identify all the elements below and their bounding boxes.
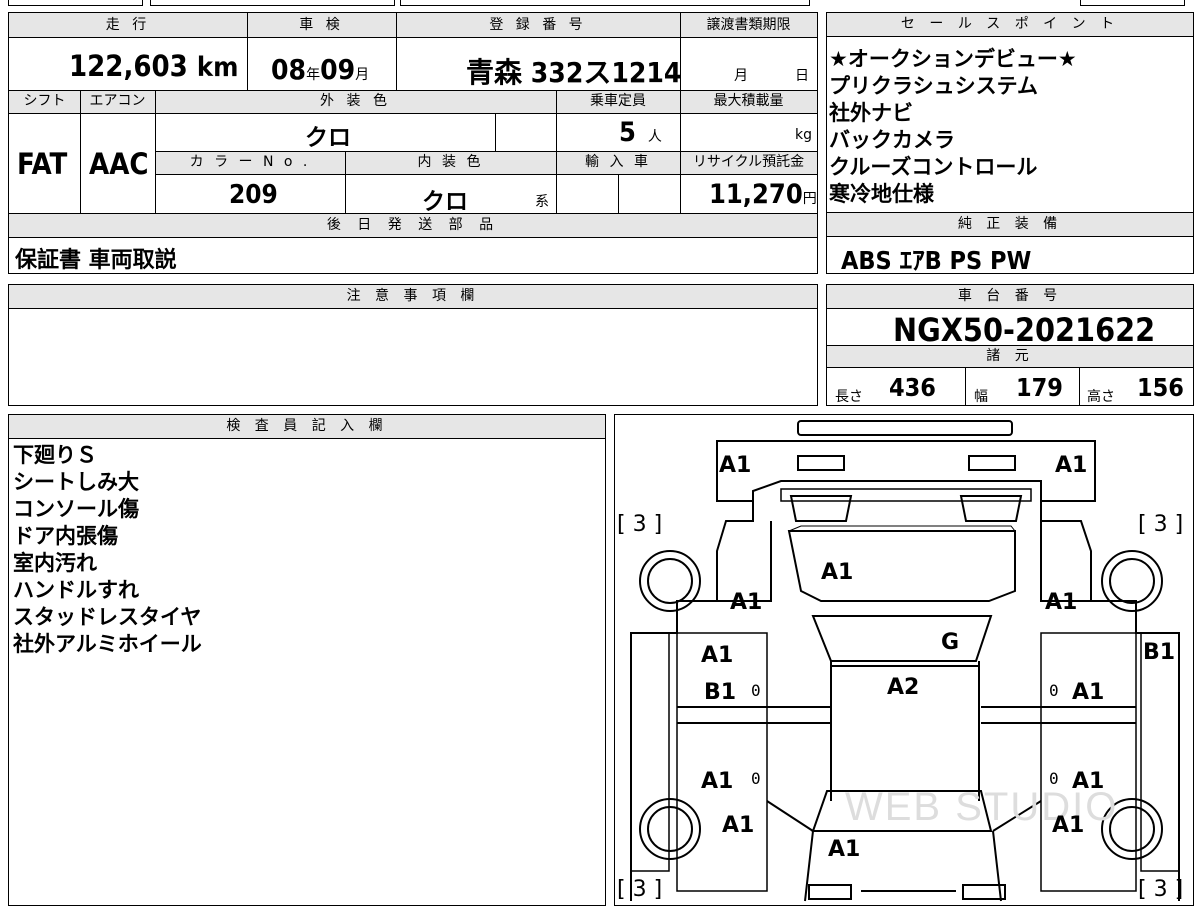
exterior-color-header: 外 装 色	[320, 93, 391, 109]
list-item: 社外ナビ	[829, 101, 913, 125]
list-item: ハンドルすれ	[13, 578, 139, 602]
interior-color-header: 内 装 色	[417, 154, 484, 170]
mileage-header: 走 行	[105, 17, 151, 33]
width-label: 幅	[974, 389, 988, 405]
standard-equipment-header: 純 正 装 備	[827, 213, 1193, 237]
mark-trunk: A1	[828, 837, 861, 862]
list-item: 室内汚れ	[13, 551, 97, 575]
mark-tire-rr: [ 3 ]	[1138, 877, 1184, 902]
inspector-list: 下廻りＳ シートしみ大 コンソール傷 ドア内張傷 室内汚れ ハンドルすれ スタッ…	[13, 442, 202, 658]
standard-equipment-value: ABS ｴｱB PS PW	[841, 246, 1032, 275]
length-value: 436	[889, 373, 936, 402]
mark-quarter-rl: A1	[722, 813, 755, 838]
mark-tire-rl: [ 3 ]	[617, 877, 663, 902]
chassis-panel: 車 台 番 号 NGX50-2021622 諸 元 長さ 436 幅 179 高…	[826, 284, 1194, 406]
mark-fender-fr: A1	[1045, 590, 1078, 615]
mark-bumper-front-left: A1	[719, 453, 752, 478]
mark-door-rl: A1	[701, 769, 734, 794]
color-no-header: カ ラ ー N o .	[189, 154, 311, 170]
inspector-panel: 検 査 員 記 入 欄 下廻りＳ シートしみ大 コンソール傷 ドア内張傷 室内汚…	[8, 414, 606, 906]
import-header: 輸 入 車	[585, 154, 651, 170]
sales-points-header: セ ー ル ス ポ イ ン ト	[827, 13, 1193, 37]
shift-header: シフト	[23, 93, 66, 109]
height-value: 156	[1137, 373, 1184, 402]
specs-header: 諸 元	[827, 346, 1193, 368]
list-item: 社外アルミホイール	[13, 632, 202, 656]
list-item: スタッドレスタイヤ	[13, 605, 202, 629]
mark-fender-fl: A1	[730, 590, 763, 615]
list-item: プリクラシュシステム	[829, 74, 1038, 98]
chassis-header: 車 台 番 号	[827, 285, 1193, 309]
transfer-deadline-header: 譲渡書類期限	[706, 17, 791, 33]
capacity-header: 乗車定員	[590, 93, 646, 109]
interior-color-suffix: 系	[535, 194, 549, 210]
sales-points-list: ★オークションデビュー★ プリクラシュシステム 社外ナビ バックカメラ クルーズ…	[829, 46, 1077, 208]
sales-points-panel: セ ー ル ス ポ イ ン ト ★オークションデビュー★ プリクラシュシステム …	[826, 12, 1194, 213]
list-item: ★オークションデビュー★	[829, 47, 1077, 71]
width-value: 179	[1016, 373, 1063, 402]
later-parts-header: 後 日 発 送 部 品	[326, 217, 500, 233]
vehicle-info-sheet: 走 行 車 検 登 録 番 号 譲渡書類期限 122,603 km 08年09月…	[8, 12, 818, 274]
list-item: 下廻りＳ	[13, 443, 97, 467]
transfer-day-unit: 日	[795, 68, 809, 84]
list-item: バックカメラ	[829, 128, 955, 152]
transfer-month-unit: 月	[734, 68, 748, 84]
list-item: シートしみ大	[13, 470, 139, 494]
capacity-value: 5人	[619, 117, 662, 148]
ac-header: エアコン	[89, 93, 146, 109]
list-item: 寒冷地仕様	[829, 182, 934, 206]
inspection-value: 08年09月	[271, 53, 370, 86]
exterior-color-value: クロ	[305, 125, 351, 151]
mark-door-fl-a: A1	[701, 643, 734, 668]
list-item: クルーズコントロール	[829, 155, 1038, 179]
color-no-value: 209	[229, 180, 278, 210]
mark-tire-fl: [ 3 ]	[617, 512, 663, 537]
mark-quarter-rr: A1	[1052, 813, 1085, 838]
later-parts-value: 保証書 車両取説	[15, 248, 177, 273]
max-load-unit: kg	[795, 127, 812, 143]
standard-equipment-panel: 純 正 装 備 ABS ｴｱB PS PW	[826, 212, 1194, 275]
interior-color-value: クロ	[422, 189, 468, 215]
height-label: 高さ	[1087, 389, 1115, 405]
mark-zero: 0	[1049, 681, 1059, 700]
mark-door-fl-b: B1	[704, 680, 737, 705]
notes-header: 注 意 事 項 欄	[9, 285, 817, 309]
notes-panel: 注 意 事 項 欄	[8, 284, 818, 406]
inspection-header: 車 検	[299, 17, 344, 33]
registration-header: 登 録 番 号	[489, 17, 587, 33]
mark-zero: 0	[1049, 769, 1059, 788]
recycle-value: 11,270円	[709, 179, 817, 210]
chassis-number: NGX50-2021622	[893, 311, 1156, 349]
max-load-header: 最大積載量	[713, 93, 784, 109]
mark-tire-fr: [ 3 ]	[1138, 512, 1184, 537]
inspector-header: 検 査 員 記 入 欄	[9, 415, 605, 439]
length-label: 長さ	[835, 389, 863, 405]
list-item: コンソール傷	[13, 497, 139, 521]
mark-roof: A2	[887, 675, 920, 700]
mark-door-fr: A1	[1072, 680, 1105, 705]
mark-zero: 0	[751, 769, 761, 788]
mark-bumper-front-right: A1	[1055, 453, 1088, 478]
car-diagram-panel: WEB STUDIO A1 A1 [ 3 ] [ 3 ] A1 A1 A1 G …	[614, 414, 1194, 906]
mark-hood: A1	[821, 560, 854, 585]
shift-value: FAT	[17, 147, 68, 181]
registration-value: 青森 332ス1214	[466, 56, 682, 89]
mark-pillar-right: B1	[1143, 640, 1176, 665]
list-item: ドア内張傷	[13, 524, 118, 548]
top-cropped-strip	[0, 0, 1200, 7]
ac-value: AAC	[89, 147, 149, 181]
mark-zero: 0	[751, 681, 761, 700]
mark-windshield: G	[941, 630, 960, 655]
recycle-header: リサイクル預託金	[692, 154, 805, 170]
mark-door-rr: A1	[1072, 769, 1105, 794]
mileage-value: 122,603 km	[69, 49, 239, 83]
